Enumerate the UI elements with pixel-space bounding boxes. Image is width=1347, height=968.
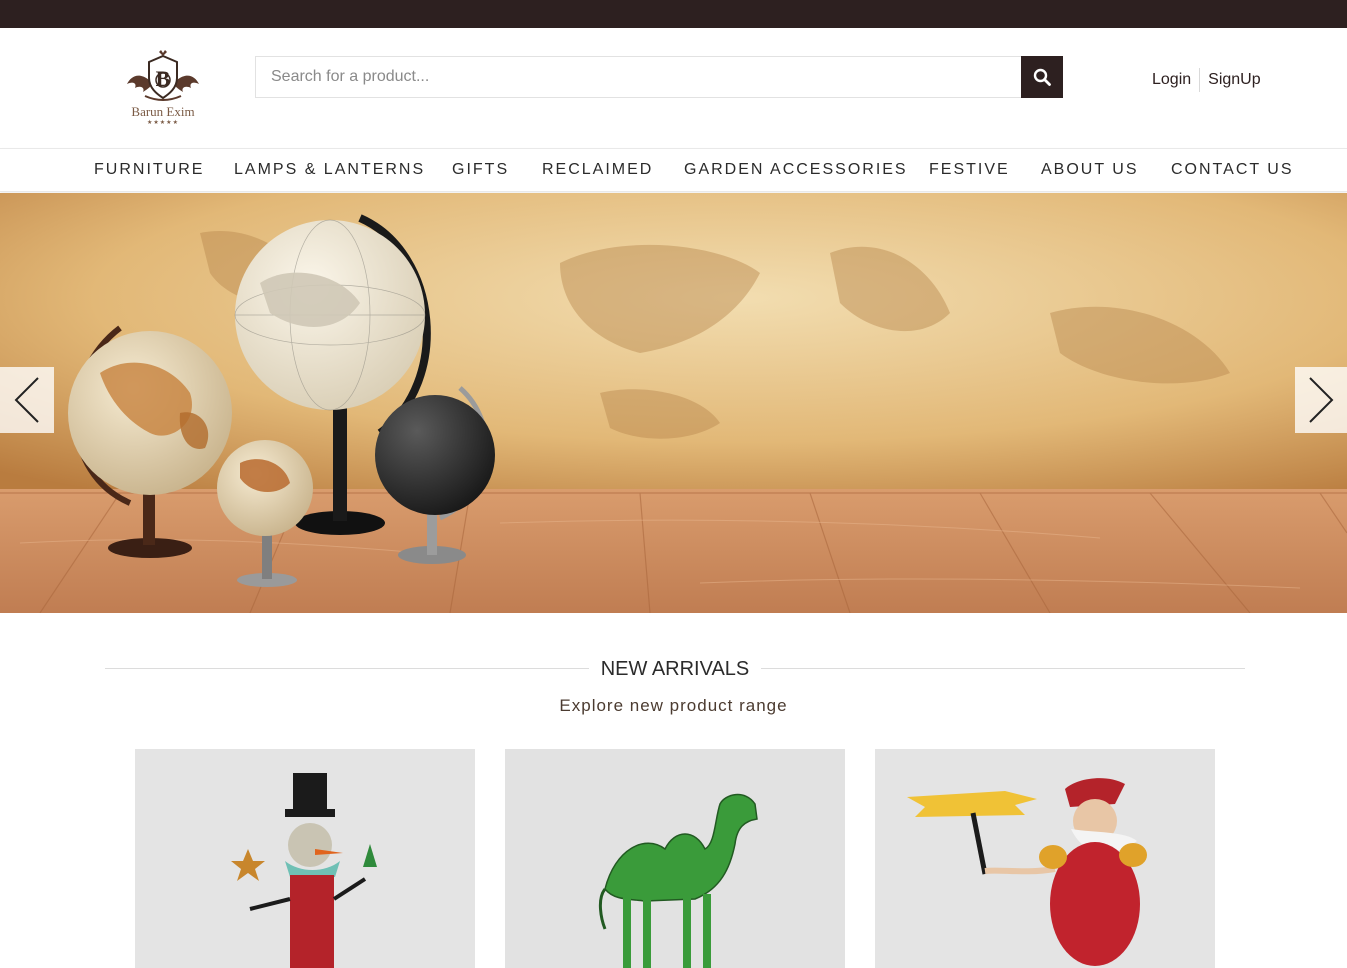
nav-item-gifts[interactable]: GIFTS xyxy=(452,149,509,191)
nav-item-reclaimed[interactable]: RECLAIMED xyxy=(542,149,653,191)
site-header: B Barun Exim ★★★★★ Login SignUp xyxy=(0,28,1347,148)
product-image-snowman xyxy=(135,749,475,968)
nav-item-furniture[interactable]: FURNITURE xyxy=(94,149,204,191)
main-nav: FURNITURE LAMPS & LANTERNS GIFTS RECLAIM… xyxy=(0,148,1347,192)
brand-name: Barun Exim xyxy=(131,104,195,119)
hero-slide-image xyxy=(0,193,1347,613)
nav-item-lamps-lanterns[interactable]: LAMPS & LANTERNS xyxy=(234,149,425,191)
slider-prev-button[interactable] xyxy=(0,367,54,433)
top-bar xyxy=(0,0,1347,28)
nav-item-garden-accessories[interactable]: GARDEN ACCESSORIES xyxy=(684,149,908,191)
brand-stars: ★★★★★ xyxy=(147,120,179,126)
product-card-snowman[interactable] xyxy=(135,749,475,968)
signup-link[interactable]: SignUp xyxy=(1200,66,1268,94)
search-bar xyxy=(255,56,1063,98)
chevron-left-icon xyxy=(14,377,39,423)
search-button[interactable] xyxy=(1021,56,1063,98)
hero-slider xyxy=(0,193,1347,613)
product-card-camel[interactable] xyxy=(505,749,845,968)
nav-item-contact-us[interactable]: CONTACT US xyxy=(1171,149,1294,191)
new-arrivals-title: NEW ARRIVALS xyxy=(588,658,762,680)
new-arrivals-header: NEW ARRIVALS xyxy=(105,655,1245,683)
product-card-santa[interactable] xyxy=(875,749,1215,968)
product-image-camel xyxy=(505,749,845,968)
chevron-right-icon xyxy=(1309,377,1334,423)
slider-next-button[interactable] xyxy=(1295,367,1347,433)
brand-logo[interactable]: B Barun Exim ★★★★★ xyxy=(120,50,206,126)
product-image-santa xyxy=(875,749,1215,968)
nav-item-about-us[interactable]: ABOUT US xyxy=(1041,149,1139,191)
search-icon xyxy=(1033,68,1051,86)
search-input[interactable] xyxy=(255,56,1021,98)
logo-crest-icon: B xyxy=(127,50,199,101)
login-link[interactable]: Login xyxy=(1144,66,1199,94)
auth-links: Login SignUp xyxy=(1144,66,1269,94)
nav-item-festive[interactable]: FESTIVE xyxy=(929,149,1010,191)
new-arrivals-subtitle: Explore new product range xyxy=(559,696,788,715)
